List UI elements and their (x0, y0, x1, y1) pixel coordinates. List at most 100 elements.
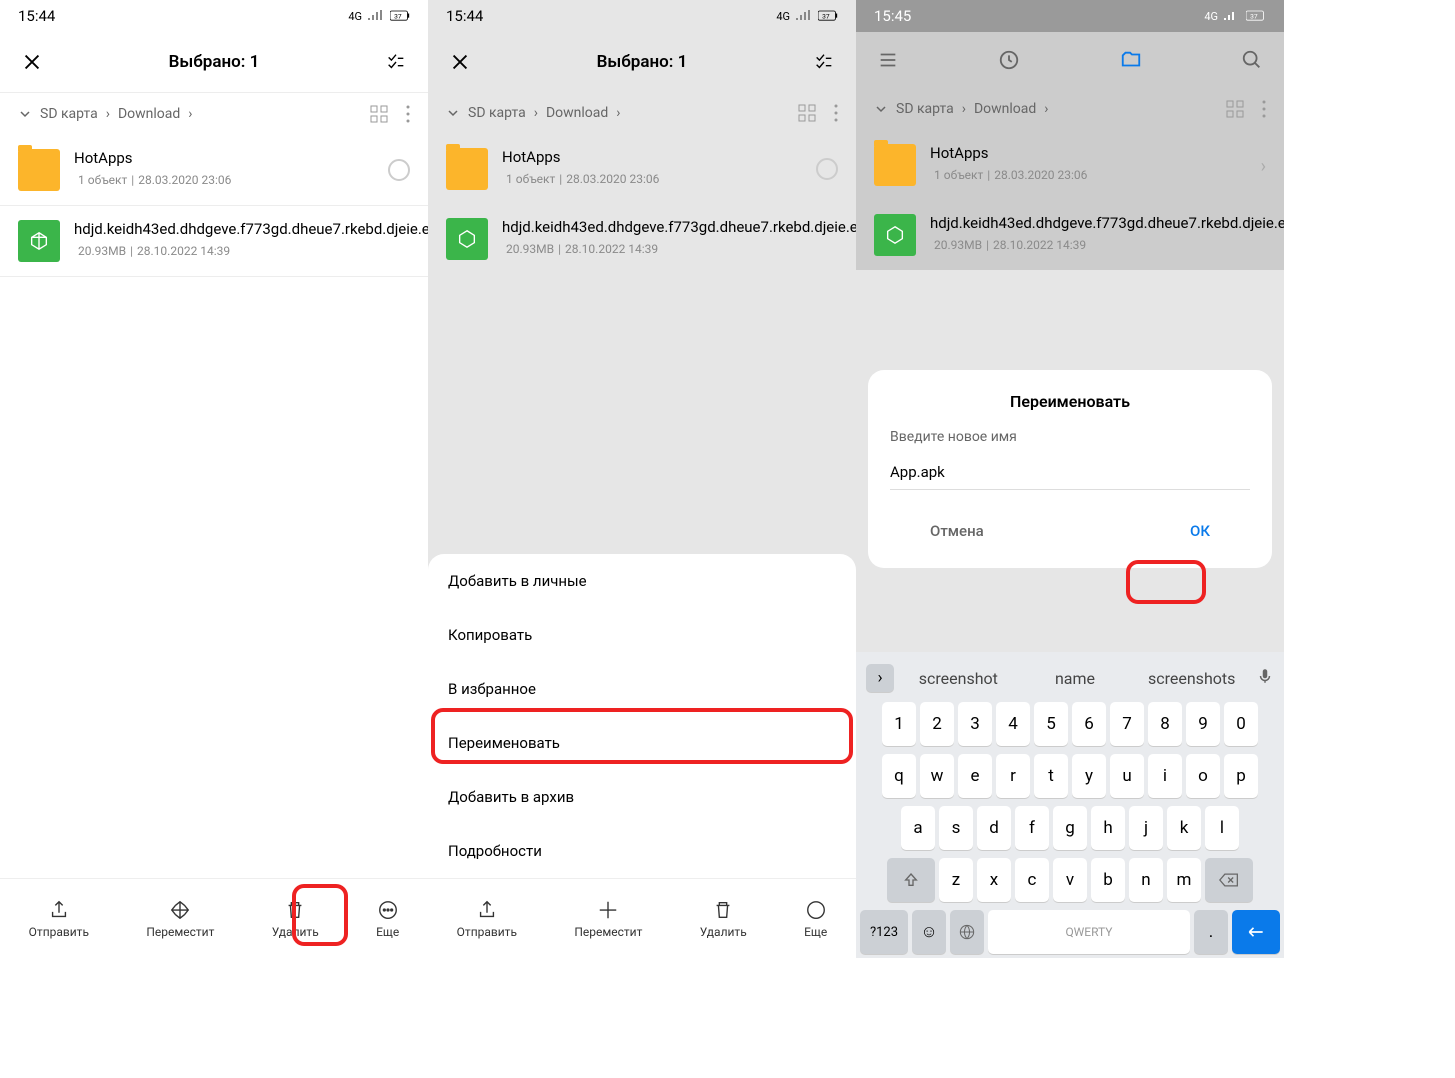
key[interactable]: f (1015, 806, 1049, 850)
list-item[interactable]: HotApps 1 объект|28.03.2020 23:06 › (856, 130, 1284, 200)
key[interactable]: x (977, 858, 1011, 902)
key[interactable]: t (1034, 754, 1068, 798)
key[interactable]: p (1224, 754, 1258, 798)
key[interactable]: 9 (1186, 702, 1220, 746)
send-button[interactable]: Отправить (29, 899, 89, 939)
delete-button[interactable]: Удалить (700, 899, 747, 939)
sheet-copy[interactable]: Копировать (428, 608, 856, 662)
key[interactable]: 5 (1034, 702, 1068, 746)
key[interactable]: r (996, 754, 1030, 798)
breadcrumb: SD карта › Download › (0, 93, 428, 135)
key[interactable]: 1 (882, 702, 916, 746)
file-name: HotApps (74, 149, 374, 169)
list-item[interactable]: hdjd.keidh43ed.dhdgeve.f773gd.dheue7.rke… (428, 204, 856, 274)
menu-icon[interactable] (874, 46, 902, 74)
key[interactable]: v (1053, 858, 1087, 902)
suggestion[interactable]: screenshot (906, 669, 1011, 688)
backspace-key[interactable] (1205, 858, 1253, 902)
key[interactable]: l (1205, 806, 1239, 850)
grid-view-icon[interactable] (370, 105, 388, 123)
more-vert-icon[interactable] (834, 104, 838, 122)
selection-checkbox[interactable] (388, 159, 410, 181)
more-vert-icon[interactable] (1262, 100, 1266, 118)
close-icon[interactable] (18, 48, 46, 76)
signal-icon (366, 10, 386, 22)
list-item[interactable]: hdjd.keidh43ed.dhdgeve.f773gd.dheue7.rke… (0, 206, 428, 276)
key[interactable]: o (1186, 754, 1220, 798)
more-button[interactable]: Еще (376, 899, 399, 939)
path-folder[interactable]: Download (974, 101, 1036, 117)
key[interactable]: m (1167, 858, 1201, 902)
select-all-icon[interactable] (810, 48, 838, 76)
key[interactable]: i (1148, 754, 1182, 798)
key[interactable]: y (1072, 754, 1106, 798)
move-button[interactable]: Переместит (146, 899, 214, 939)
key[interactable]: e (958, 754, 992, 798)
key[interactable]: 0 (1224, 702, 1258, 746)
emoji-key[interactable]: ☺ (912, 910, 946, 954)
key[interactable]: b (1091, 858, 1125, 902)
period-key[interactable]: . (1194, 910, 1228, 954)
sheet-archive[interactable]: Добавить в архив (428, 770, 856, 824)
chevron-down-icon[interactable] (18, 107, 32, 121)
key[interactable]: 3 (958, 702, 992, 746)
key[interactable]: n (1129, 858, 1163, 902)
cancel-button[interactable]: Отмена (910, 516, 1004, 546)
move-button[interactable]: Переместит (574, 899, 642, 939)
key[interactable]: q (882, 754, 916, 798)
key[interactable]: c (1015, 858, 1049, 902)
folder-tab-icon[interactable] (1117, 46, 1145, 74)
expand-icon[interactable]: › (866, 664, 894, 692)
sheet-details[interactable]: Подробности (428, 824, 856, 878)
key[interactable]: a (901, 806, 935, 850)
ok-button[interactable]: ОК (1170, 516, 1230, 546)
key[interactable]: u (1110, 754, 1144, 798)
clock-icon[interactable] (995, 46, 1023, 74)
rename-input[interactable] (890, 455, 1250, 490)
key[interactable]: d (977, 806, 1011, 850)
key[interactable]: k (1167, 806, 1201, 850)
search-icon[interactable] (1238, 46, 1266, 74)
enter-key[interactable] (1232, 910, 1280, 954)
path-folder[interactable]: Download (546, 105, 608, 121)
key[interactable]: j (1129, 806, 1163, 850)
chevron-down-icon[interactable] (874, 102, 888, 116)
selection-header: Выбрано: 1 (0, 32, 428, 92)
key[interactable]: s (939, 806, 973, 850)
shift-key[interactable] (887, 858, 935, 902)
key[interactable]: z (939, 858, 973, 902)
key[interactable]: h (1091, 806, 1125, 850)
key[interactable]: 6 (1072, 702, 1106, 746)
path-root[interactable]: SD карта (40, 106, 98, 122)
grid-view-icon[interactable] (1226, 100, 1244, 118)
mic-icon[interactable] (1256, 667, 1274, 689)
chevron-down-icon[interactable] (446, 106, 460, 120)
close-icon[interactable] (446, 48, 474, 76)
more-button[interactable]: Еще (804, 899, 827, 939)
grid-view-icon[interactable] (798, 104, 816, 122)
selection-checkbox[interactable] (816, 158, 838, 180)
suggestion[interactable]: name (1023, 669, 1128, 688)
send-button[interactable]: Отправить (457, 899, 517, 939)
key[interactable]: 8 (1148, 702, 1182, 746)
key[interactable]: 4 (996, 702, 1030, 746)
path-root[interactable]: SD карта (468, 105, 526, 121)
sheet-add-private[interactable]: Добавить в личные (428, 554, 856, 608)
more-vert-icon[interactable] (406, 105, 410, 123)
symbols-key[interactable]: ?123 (860, 910, 908, 954)
key[interactable]: 2 (920, 702, 954, 746)
path-root[interactable]: SD карта (896, 101, 954, 117)
space-key[interactable]: QWERTY (988, 910, 1190, 954)
file-name: hdjd.keidh43ed.dhdgeve.f773gd.dheue7.rke… (930, 214, 1284, 234)
select-all-icon[interactable] (382, 48, 410, 76)
key[interactable]: 7 (1110, 702, 1144, 746)
list-item[interactable]: HotApps 1 объект|28.03.2020 23:06 (428, 134, 856, 204)
suggestion[interactable]: screenshots (1139, 669, 1244, 688)
list-item[interactable]: HotApps 1 объект|28.03.2020 23:06 (0, 135, 428, 205)
key[interactable]: g (1053, 806, 1087, 850)
key[interactable]: w (920, 754, 954, 798)
list-item[interactable]: hdjd.keidh43ed.dhdgeve.f773gd.dheue7.rke… (856, 200, 1284, 270)
breadcrumb: SD карта› Download› (856, 88, 1284, 130)
path-folder[interactable]: Download (118, 106, 180, 122)
lang-key[interactable] (950, 910, 984, 954)
